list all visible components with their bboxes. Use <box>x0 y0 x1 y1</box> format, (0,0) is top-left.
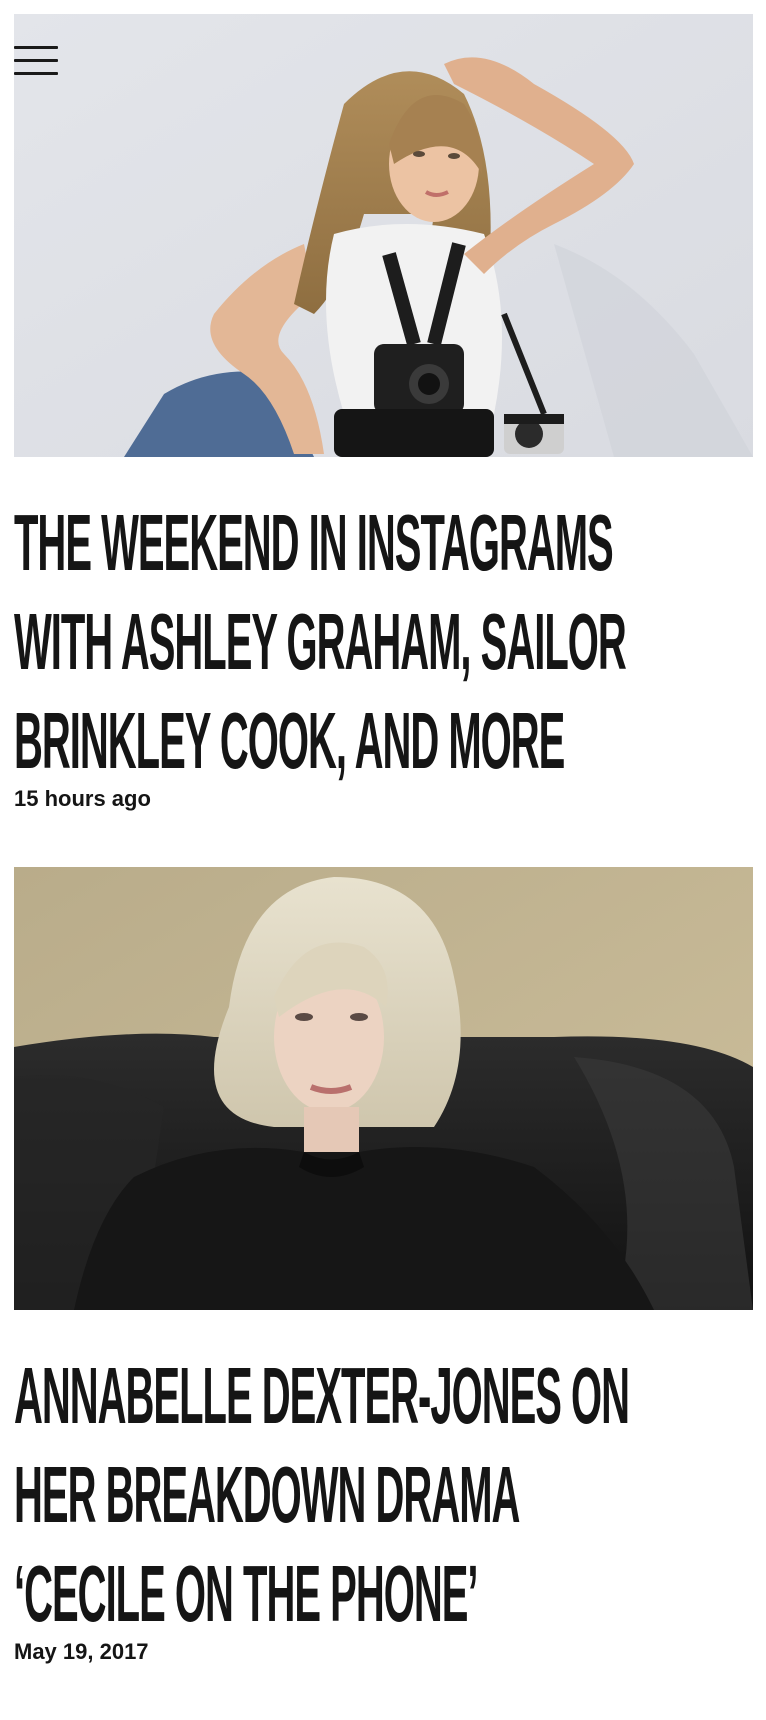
article-card[interactable]: Annabelle Dexter-Jones on Her Breakdown … <box>14 867 753 1666</box>
menu-icon-bar <box>14 59 58 62</box>
article-title[interactable]: The Weekend in Instagrams With Ashley Gr… <box>14 493 642 790</box>
article-card[interactable]: The Weekend in Instagrams With Ashley Gr… <box>14 14 753 813</box>
photo-woman-on-leather-chair <box>14 867 753 1310</box>
menu-icon-bar <box>14 46 58 49</box>
article-image[interactable] <box>14 867 753 1310</box>
article-image[interactable] <box>14 14 753 457</box>
photo-woman-with-cameras <box>14 14 753 457</box>
article-feed: The Weekend in Instagrams With Ashley Gr… <box>14 14 753 1666</box>
article-title[interactable]: Annabelle Dexter-Jones on Her Breakdown … <box>14 1346 642 1643</box>
menu-icon-bar <box>14 72 58 75</box>
menu-button[interactable] <box>14 33 60 75</box>
